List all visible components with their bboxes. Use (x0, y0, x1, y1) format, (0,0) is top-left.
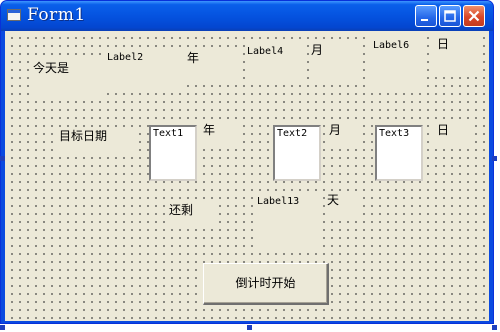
label-day-1[interactable]: 日 (435, 35, 479, 75)
label-year-1[interactable]: 年 (185, 49, 241, 83)
resize-handle-left[interactable] (0, 156, 5, 161)
label4[interactable]: Label4 (245, 43, 303, 83)
start-countdown-button[interactable]: 倒计时开始 (203, 263, 329, 305)
label6[interactable]: Label6 (371, 37, 427, 87)
label-month-1[interactable]: 月 (309, 41, 359, 83)
maximize-icon (444, 10, 456, 22)
minimize-button[interactable] (415, 5, 437, 27)
window-title: Form1 (27, 5, 86, 25)
close-button[interactable] (463, 5, 485, 27)
text1-box[interactable]: Text1 (149, 125, 197, 181)
form-window: Form1 今天是 Label2 年 Label4 月 Label6 日 目标日… (0, 0, 494, 324)
minimize-icon (421, 19, 428, 21)
label-today[interactable]: 今天是 (31, 55, 101, 99)
resize-handle-bottom-left[interactable] (0, 325, 5, 330)
label-target-date[interactable]: 目标日期 (57, 127, 137, 155)
maximize-button[interactable] (439, 5, 461, 27)
label2[interactable]: Label2 (105, 49, 181, 91)
label13[interactable]: Label13 (255, 193, 317, 249)
resize-handle-bottom[interactable] (247, 325, 252, 330)
text3-box[interactable]: Text3 (375, 125, 423, 181)
label-days[interactable]: 天 (325, 191, 361, 221)
title-bar[interactable]: Form1 (1, 1, 493, 31)
form-icon[interactable] (7, 9, 21, 21)
resize-handle-corner[interactable] (492, 325, 497, 330)
label-year-2[interactable]: 年 (201, 121, 239, 149)
label-remaining[interactable]: 还剩 (167, 201, 219, 229)
label-day-2[interactable]: 日 (435, 121, 473, 149)
resize-handle-right[interactable] (492, 156, 497, 161)
close-icon (468, 10, 480, 22)
text2-box[interactable]: Text2 (273, 125, 321, 181)
form-design-surface[interactable]: 今天是 Label2 年 Label4 月 Label6 日 目标日期 Text… (5, 31, 489, 321)
label-month-2[interactable]: 月 (327, 121, 359, 149)
